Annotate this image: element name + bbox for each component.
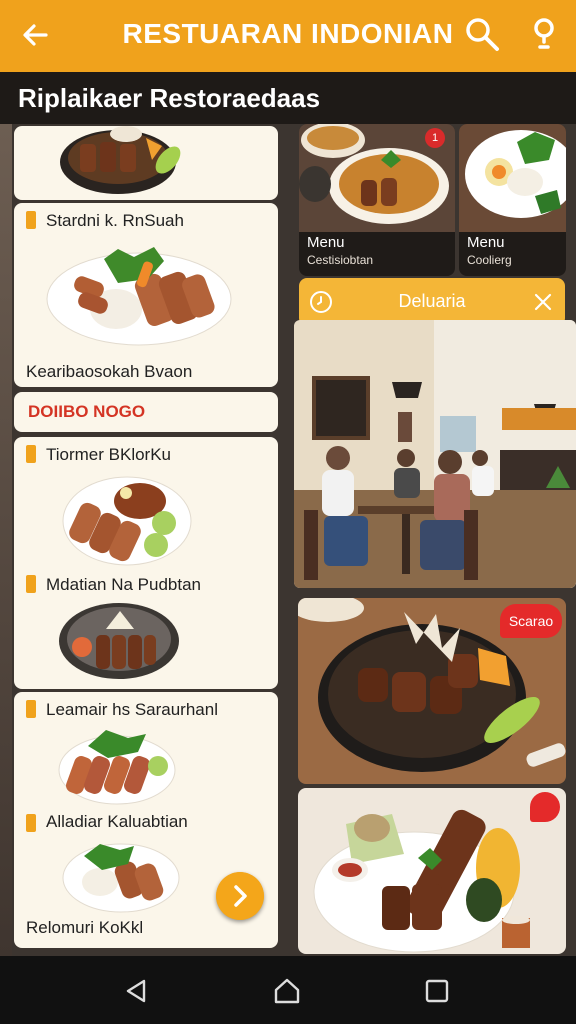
tag-marker [26, 575, 36, 593]
dish-image [298, 788, 566, 954]
card-title: Leamair hs Saraurhanl [46, 700, 218, 719]
food-card-2[interactable]: Stardni k. RnSuah Kearibaosokah Bvaon [14, 203, 278, 387]
close-icon[interactable] [531, 290, 555, 314]
dish-image [46, 247, 232, 346]
food-card-1[interactable] [14, 126, 278, 200]
chat-bubble-icon[interactable] [530, 792, 560, 822]
card-caption: Alladiar Kaluabtian [46, 812, 188, 831]
left-edge [0, 124, 12, 956]
app-bar: RESTUARAN INDONIAN [0, 0, 576, 72]
delivery-label: Deluaria [398, 291, 466, 311]
notification-badge: 1 [425, 128, 445, 148]
search-icon[interactable] [462, 14, 502, 54]
home-icon[interactable] [272, 976, 302, 1006]
chevron-right-icon[interactable] [216, 872, 264, 920]
card-caption: Mdatian Na Pudbtan [46, 575, 201, 594]
square-recent-icon[interactable] [422, 976, 452, 1006]
tag-marker [26, 814, 36, 832]
dish-image [59, 603, 179, 679]
card-caption: Kearibaosokah Bvaon [26, 362, 193, 381]
menu-card-1[interactable]: 1 Menu Cestisiobtan [299, 124, 455, 276]
card-title: Tiormer BKlorKu [46, 445, 172, 464]
triangle-back-icon[interactable] [122, 976, 152, 1006]
delivery-bar[interactable]: Deluaria [299, 278, 565, 326]
menu-subtitle: Coolierg [467, 253, 512, 267]
promo-banner[interactable]: DOIIBO NOGO [14, 392, 278, 432]
dish-image [60, 126, 181, 194]
system-nav-bar [0, 956, 576, 1024]
menu-title: Menu [467, 234, 505, 251]
food-card-3[interactable]: Tiormer BKlorKu Mdatian Na Pudbtan [14, 437, 278, 689]
dish-image [62, 843, 180, 913]
platter-dish-card[interactable] [298, 788, 566, 954]
menu-card-2[interactable]: Menu Coolierg [459, 124, 566, 276]
menu-title: Menu [307, 234, 345, 251]
card-title: Stardni k. RnSuah [46, 211, 184, 230]
card-caption: Relomuri KoKkl [26, 918, 144, 938]
dish-image [58, 730, 176, 805]
section-title: Riplaikaer Restoraedaas [18, 83, 321, 113]
lightbulb-icon[interactable] [526, 14, 562, 54]
tag-marker [26, 445, 36, 463]
section-header: Riplaikaer Restoraedaas [0, 72, 576, 124]
special-badge: Scarao [500, 604, 562, 638]
tag-marker [26, 700, 36, 718]
menu-image [459, 124, 566, 232]
tag-marker [26, 211, 36, 229]
promo-text: DOIIBO NOGO [28, 402, 146, 421]
restaurant-photo [294, 320, 576, 588]
menu-subtitle: Cestisiobtan [307, 253, 374, 267]
dish-image [62, 476, 192, 566]
